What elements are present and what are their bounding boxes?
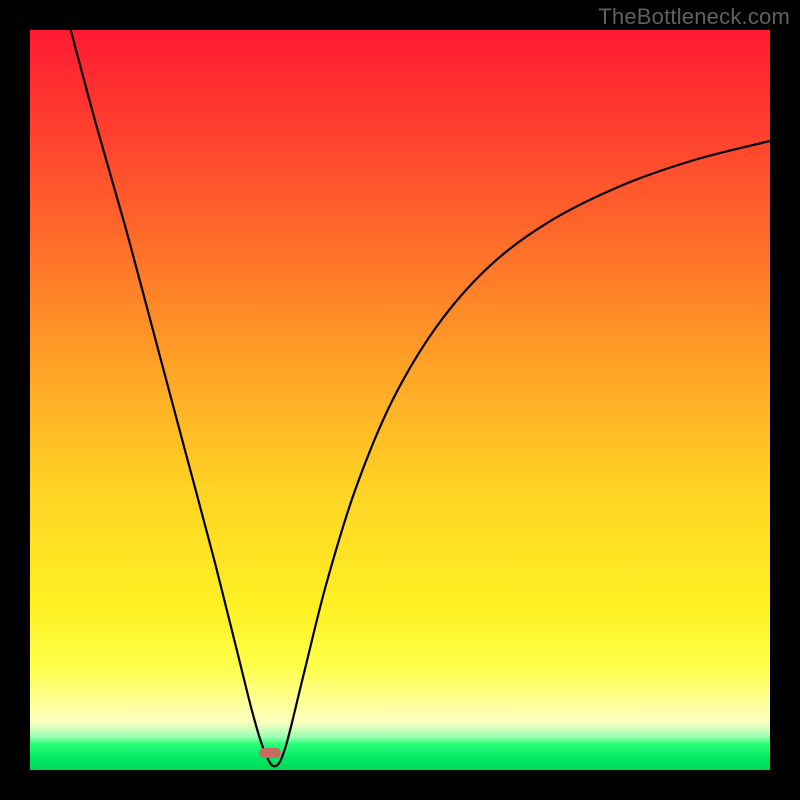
curve-path bbox=[71, 30, 770, 766]
plot-area bbox=[30, 30, 770, 770]
watermark-text: TheBottleneck.com bbox=[598, 4, 790, 30]
bottleneck-curve bbox=[30, 30, 770, 770]
trough-marker bbox=[259, 748, 281, 758]
chart-frame: TheBottleneck.com bbox=[0, 0, 800, 800]
